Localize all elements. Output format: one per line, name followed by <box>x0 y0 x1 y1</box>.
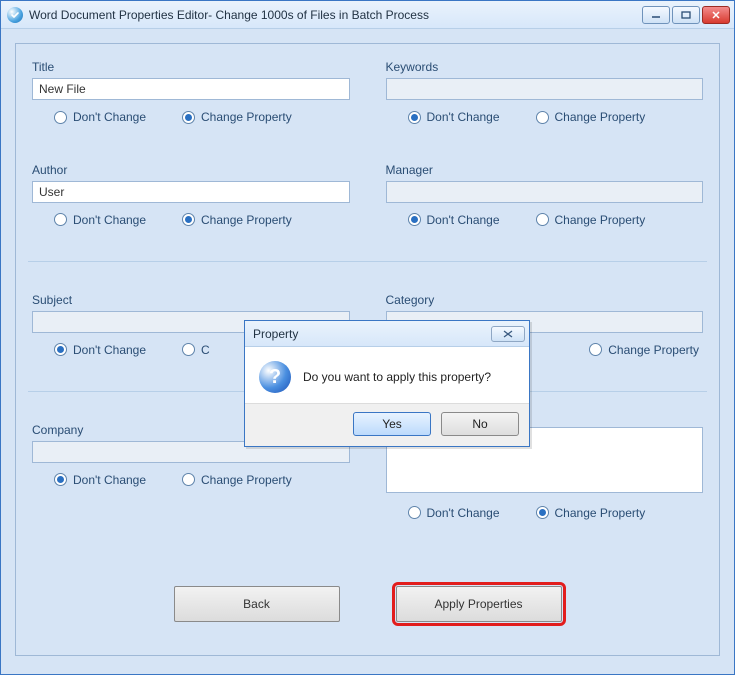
dialog-title: Property <box>253 327 298 341</box>
button-row: Back Apply Properties <box>28 586 707 639</box>
input-keywords[interactable] <box>386 78 704 100</box>
radio-comments-change-property[interactable]: Change Property <box>536 506 646 520</box>
radio-company-change-property[interactable]: Change Property <box>182 473 292 487</box>
group-author: Author Don't Change Change Property <box>28 157 354 260</box>
separator <box>28 261 707 262</box>
radio-category-change-property[interactable]: Change Property <box>589 343 699 357</box>
radio-comments-dont-change[interactable]: Don't Change <box>408 506 500 520</box>
radio-keywords-change-property[interactable]: Change Property <box>536 110 646 124</box>
close-button[interactable] <box>702 6 730 24</box>
dialog-titlebar: Property <box>245 321 529 347</box>
radio-author-change-property[interactable]: Change Property <box>182 213 292 227</box>
radio-manager-dont-change[interactable]: Don't Change <box>408 213 500 227</box>
radio-author-dont-change[interactable]: Don't Change <box>54 213 146 227</box>
dialog-message: Do you want to apply this property? <box>303 370 491 384</box>
radio-subject-dont-change[interactable]: Don't Change <box>54 343 146 357</box>
app-icon <box>7 7 23 23</box>
label-keywords: Keywords <box>386 60 704 74</box>
label-subject: Subject <box>32 293 350 307</box>
window-title: Word Document Properties Editor- Change … <box>29 8 429 22</box>
label-manager: Manager <box>386 163 704 177</box>
radio-title-dont-change[interactable]: Don't Change <box>54 110 146 124</box>
radio-keywords-dont-change[interactable]: Don't Change <box>408 110 500 124</box>
label-category: Category <box>386 293 704 307</box>
radio-subject-change-property[interactable]: C <box>182 343 210 357</box>
group-keywords: Keywords Don't Change Change Property <box>382 54 708 157</box>
question-icon: ? <box>259 361 291 393</box>
dialog-no-button[interactable]: No <box>441 412 519 436</box>
input-author[interactable] <box>32 181 350 203</box>
dialog-close-button[interactable] <box>491 326 525 342</box>
titlebar: Word Document Properties Editor- Change … <box>1 1 734 29</box>
label-author: Author <box>32 163 350 177</box>
group-title: Title Don't Change Change Property <box>28 54 354 157</box>
label-title: Title <box>32 60 350 74</box>
radio-company-dont-change[interactable]: Don't Change <box>54 473 146 487</box>
apply-properties-button[interactable]: Apply Properties <box>396 586 562 622</box>
maximize-button[interactable] <box>672 6 700 24</box>
radio-manager-change-property[interactable]: Change Property <box>536 213 646 227</box>
back-button[interactable]: Back <box>174 586 340 622</box>
input-title[interactable] <box>32 78 350 100</box>
group-manager: Manager Don't Change Change Property <box>382 157 708 260</box>
input-manager[interactable] <box>386 181 704 203</box>
dialog-yes-button[interactable]: Yes <box>353 412 431 436</box>
minimize-button[interactable] <box>642 6 670 24</box>
confirm-dialog: Property ? Do you want to apply this pro… <box>244 320 530 447</box>
radio-title-change-property[interactable]: Change Property <box>182 110 292 124</box>
